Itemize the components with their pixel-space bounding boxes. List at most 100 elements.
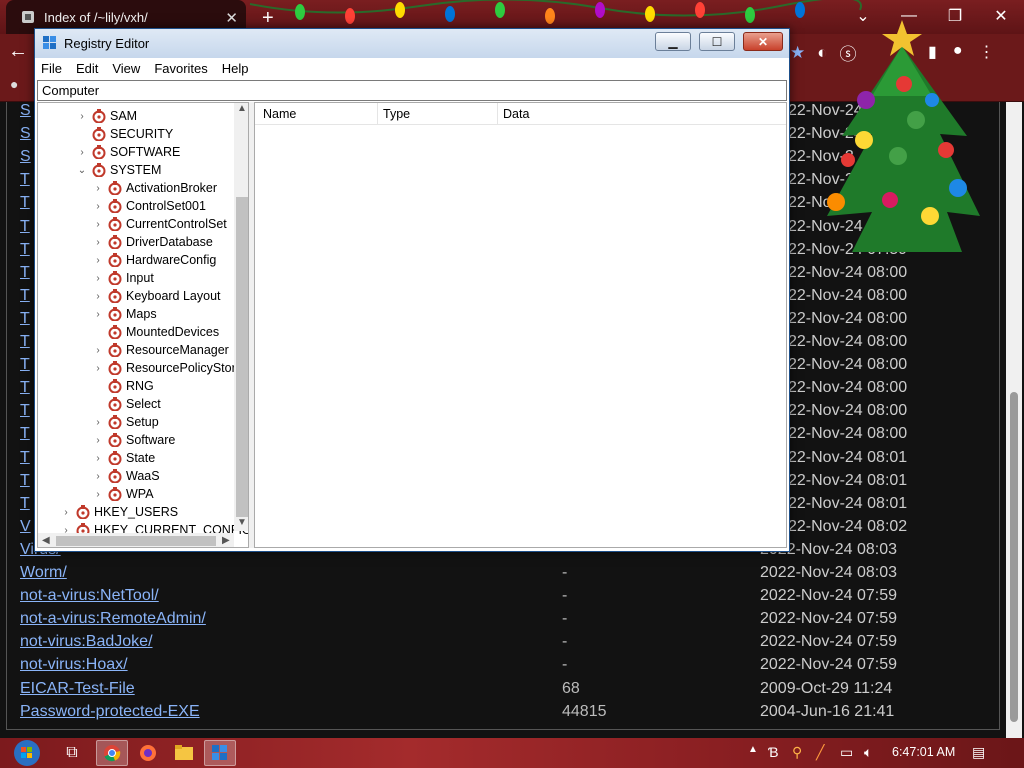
tree-hscroll-thumb[interactable] bbox=[56, 536, 216, 546]
tree-node[interactable]: SECURITY bbox=[76, 125, 173, 143]
listing-link[interactable]: S bbox=[20, 148, 31, 166]
tree-node[interactable]: › Input bbox=[92, 269, 154, 287]
menu-edit[interactable]: Edit bbox=[76, 61, 98, 79]
menu-favorites[interactable]: Favorites bbox=[154, 61, 207, 79]
listing-link[interactable]: T bbox=[20, 287, 30, 305]
expand-chevron-icon[interactable]: › bbox=[92, 201, 104, 212]
expand-chevron-icon[interactable]: › bbox=[92, 291, 104, 302]
tree-node[interactable]: › ResourceManager bbox=[92, 341, 229, 359]
expand-chevron-icon[interactable]: › bbox=[76, 147, 88, 158]
expand-chevron-icon[interactable]: › bbox=[92, 309, 104, 320]
scroll-down-icon[interactable]: ▼ bbox=[237, 517, 247, 528]
bookmark-item-icon[interactable]: ● bbox=[10, 76, 18, 92]
expand-chevron-icon[interactable]: › bbox=[92, 435, 104, 446]
expand-chevron-icon[interactable]: › bbox=[92, 345, 104, 356]
listing-link[interactable]: T bbox=[20, 241, 30, 259]
listing-link[interactable]: T bbox=[20, 194, 30, 212]
listing-link[interactable]: Password-protected-EXE bbox=[20, 703, 200, 721]
tree-node[interactable]: › State bbox=[92, 449, 155, 467]
expand-chevron-icon[interactable]: ⌄ bbox=[76, 165, 88, 176]
tree-node[interactable]: RNG bbox=[92, 377, 154, 395]
listing-link[interactable]: EICAR-Test-File bbox=[20, 680, 135, 698]
expand-chevron-icon[interactable]: › bbox=[92, 363, 104, 374]
scroll-right-icon[interactable]: ▶ bbox=[222, 535, 230, 546]
tray-pen-icon[interactable]: ╱ bbox=[816, 744, 824, 761]
tree-vertical-scrollbar[interactable]: ▲ ▼ bbox=[234, 103, 248, 531]
expand-chevron-icon[interactable]: › bbox=[92, 471, 104, 482]
tray-overflow-icon[interactable]: ▲ bbox=[748, 744, 758, 755]
registry-address-bar[interactable]: Computer bbox=[37, 80, 787, 101]
notification-center-icon[interactable]: ▤ bbox=[972, 744, 985, 761]
new-tab-button[interactable]: + bbox=[262, 7, 274, 30]
listing-link[interactable]: T bbox=[20, 264, 30, 282]
listing-link[interactable]: T bbox=[20, 379, 30, 397]
tree-node[interactable]: › HKEY_USERS bbox=[60, 503, 178, 521]
scroll-up-icon[interactable]: ▲ bbox=[237, 103, 247, 114]
regedit-taskbar-icon[interactable] bbox=[204, 740, 236, 766]
listing-link[interactable]: Worm/ bbox=[20, 564, 67, 582]
tree-node[interactable]: › Maps bbox=[92, 305, 157, 323]
tree-node[interactable]: ⌄ SYSTEM bbox=[76, 161, 161, 179]
listing-link[interactable]: T bbox=[20, 402, 30, 420]
listing-link[interactable]: T bbox=[20, 425, 30, 443]
tree-node[interactable]: › SAM bbox=[76, 107, 137, 125]
tree-node[interactable]: › WPA bbox=[92, 485, 154, 503]
network-icon[interactable]: ▭ bbox=[840, 744, 853, 761]
listing-link[interactable]: S bbox=[20, 102, 31, 120]
listing-link[interactable]: T bbox=[20, 356, 30, 374]
listing-link[interactable]: T bbox=[20, 472, 30, 490]
tree-node[interactable]: › WaaS bbox=[92, 467, 160, 485]
menu-view[interactable]: View bbox=[112, 61, 140, 79]
column-type[interactable]: Type bbox=[383, 107, 410, 121]
tree-node[interactable]: › ResourcePolicyStore bbox=[92, 359, 243, 377]
registry-maximize-button[interactable]: ☐ bbox=[699, 32, 735, 51]
menu-help[interactable]: Help bbox=[222, 61, 249, 79]
expand-chevron-icon[interactable]: › bbox=[76, 111, 88, 122]
expand-chevron-icon[interactable]: › bbox=[92, 453, 104, 464]
tree-node[interactable]: › CurrentControlSet bbox=[92, 215, 227, 233]
tree-horizontal-scrollbar[interactable]: ◀ ▶ bbox=[38, 533, 234, 547]
registry-values-list[interactable]: Name Type Data bbox=[254, 102, 787, 548]
tree-node[interactable]: › Software bbox=[92, 431, 175, 449]
expand-chevron-icon[interactable]: › bbox=[92, 273, 104, 284]
listing-link[interactable]: T bbox=[20, 310, 30, 328]
registry-key-tree[interactable]: › SAM SECURITY › SOFTWARE ⌄ SYSTEM › ActivationB… bbox=[37, 102, 249, 548]
registry-minimize-button[interactable]: ▁ bbox=[655, 32, 691, 51]
scroll-left-icon[interactable]: ◀ bbox=[42, 535, 50, 546]
tree-node[interactable]: › ActivationBroker bbox=[92, 179, 217, 197]
tree-node[interactable]: › Setup bbox=[92, 413, 159, 431]
listing-link[interactable]: T bbox=[20, 449, 30, 467]
listing-link[interactable]: T bbox=[20, 333, 30, 351]
expand-chevron-icon[interactable]: › bbox=[92, 255, 104, 266]
page-scrollbar[interactable] bbox=[1006, 102, 1022, 738]
listing-link[interactable]: T bbox=[20, 495, 30, 513]
tree-node[interactable]: › Keyboard Layout bbox=[92, 287, 221, 305]
tree-node[interactable]: › SOFTWARE bbox=[76, 143, 180, 161]
listing-link[interactable]: not-a-virus:NetTool/ bbox=[20, 587, 159, 605]
column-data[interactable]: Data bbox=[503, 107, 529, 121]
page-scrollbar-thumb[interactable] bbox=[1010, 392, 1018, 722]
tray-app-icon[interactable]: Ɓ bbox=[768, 744, 779, 760]
registry-close-button[interactable]: ✕ bbox=[743, 32, 783, 51]
expand-chevron-icon[interactable]: › bbox=[92, 219, 104, 230]
listing-link[interactable]: T bbox=[20, 218, 30, 236]
tree-node[interactable]: MountedDevices bbox=[92, 323, 219, 341]
volume-icon[interactable]: 🔈︎ bbox=[864, 744, 872, 761]
listing-link[interactable]: not-virus:Hoax/ bbox=[20, 656, 128, 674]
registry-title-bar[interactable]: Registry Editor ▁ ☐ ✕ bbox=[35, 29, 789, 58]
tree-node[interactable]: › ControlSet001 bbox=[92, 197, 206, 215]
file-explorer-taskbar-icon[interactable] bbox=[168, 740, 200, 766]
column-divider[interactable] bbox=[497, 103, 498, 125]
column-name[interactable]: Name bbox=[263, 107, 296, 121]
firefox-taskbar-icon[interactable] bbox=[132, 740, 164, 766]
start-button-icon[interactable] bbox=[10, 740, 44, 766]
column-divider[interactable] bbox=[377, 103, 378, 125]
listing-link[interactable]: not-virus:BadJoke/ bbox=[20, 633, 153, 651]
chrome-taskbar-icon[interactable] bbox=[96, 740, 128, 766]
listing-link[interactable]: not-a-virus:RemoteAdmin/ bbox=[20, 610, 206, 628]
tree-node[interactable]: › HardwareConfig bbox=[92, 251, 216, 269]
task-view-icon[interactable]: ⧉ bbox=[56, 740, 88, 766]
tab-close-icon[interactable]: ✕ bbox=[225, 9, 238, 27]
back-arrow-icon[interactable]: ← bbox=[8, 40, 28, 63]
expand-chevron-icon[interactable]: › bbox=[92, 237, 104, 248]
